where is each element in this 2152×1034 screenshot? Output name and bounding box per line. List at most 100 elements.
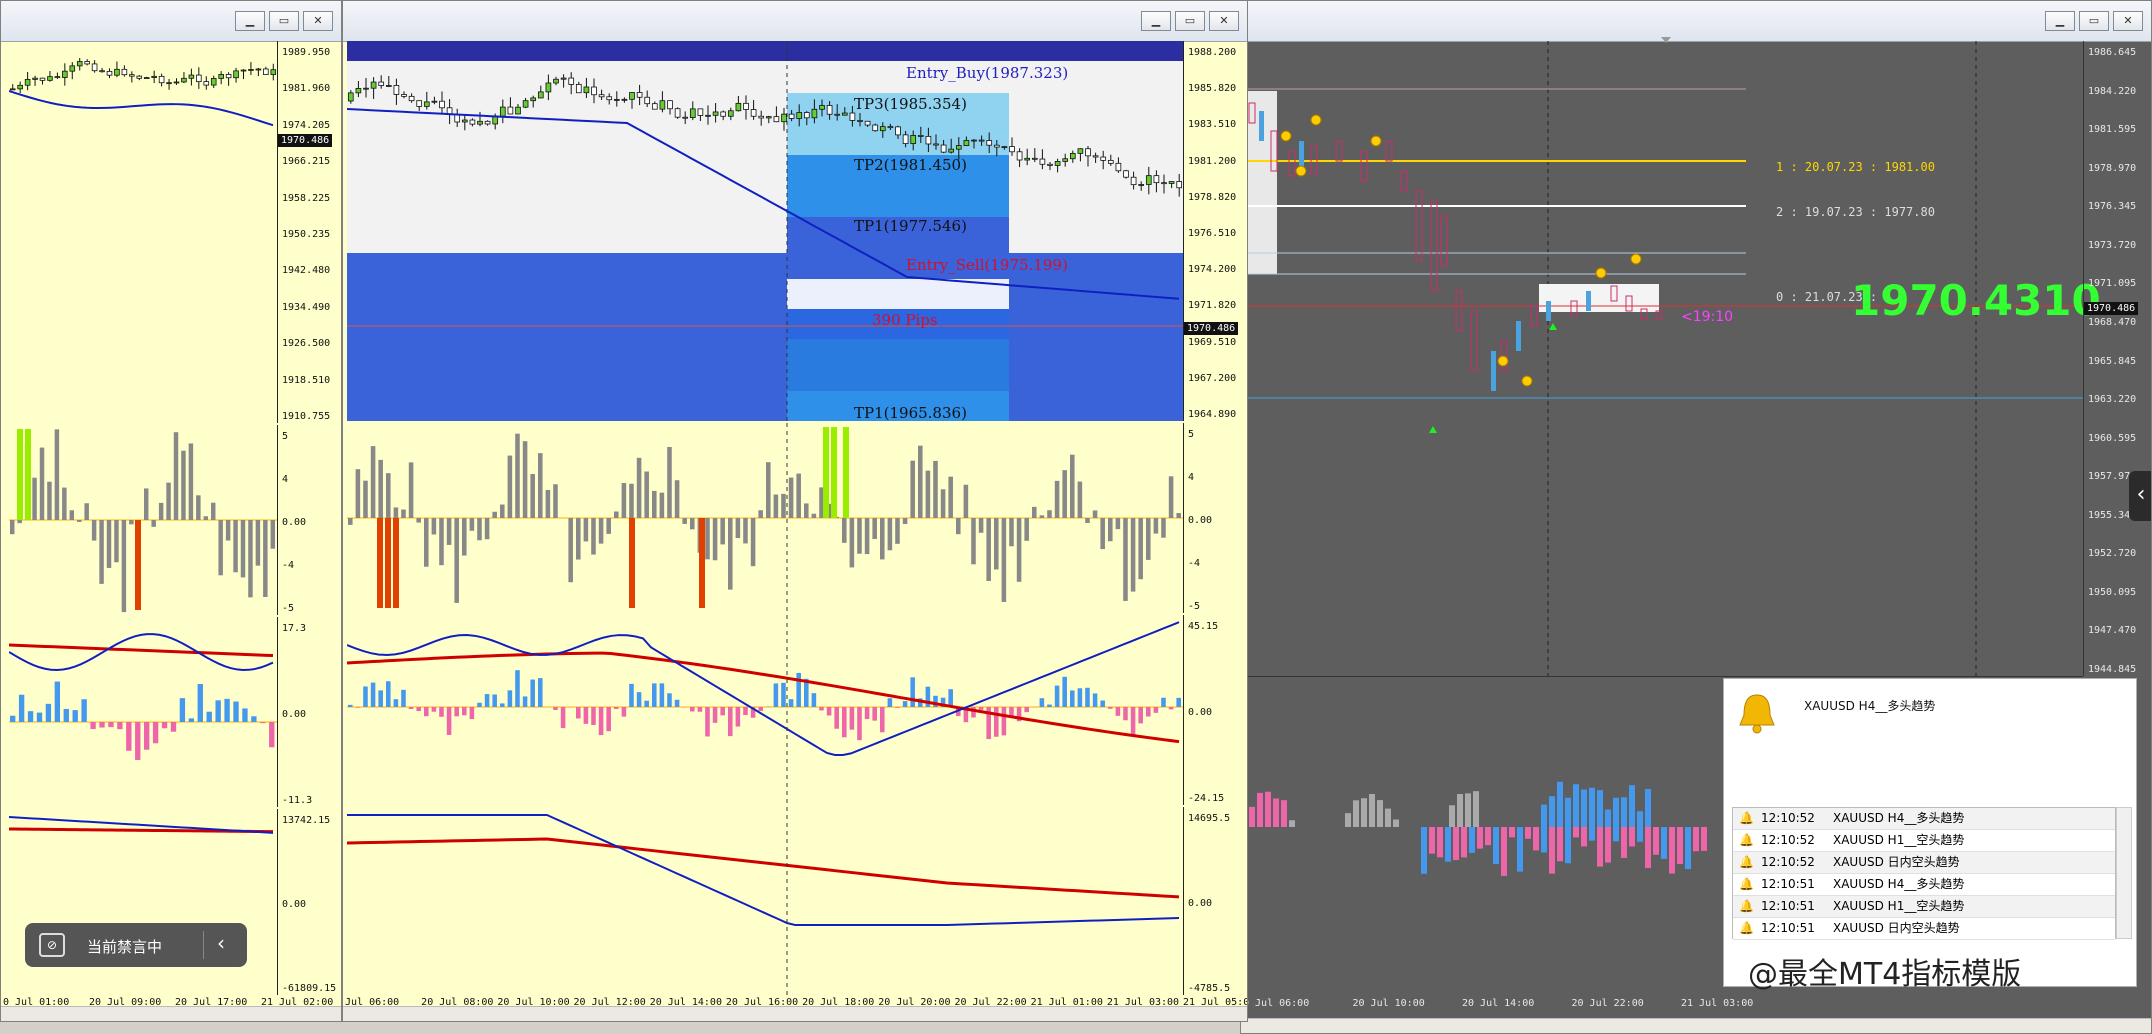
histogram-bar: [1449, 805, 1455, 827]
histogram-bar: [91, 520, 97, 541]
chevron-left-icon[interactable]: ‹: [2129, 471, 2151, 521]
candle: [895, 126, 901, 136]
oscillator-1-main[interactable]: [347, 423, 1183, 613]
mute-icon: ⊘: [39, 933, 65, 957]
histogram-bar: [690, 518, 695, 530]
axis-tick-label: 1986.645: [2088, 47, 2137, 58]
histogram-bar: [644, 700, 649, 707]
candle: [986, 140, 993, 146]
histogram-bar: [27, 711, 34, 722]
candle: [682, 116, 689, 119]
histogram-bar: [1077, 481, 1083, 518]
axis-tick-label: 0.00: [1188, 707, 1213, 718]
chart-window-left[interactable]: ▁ ▭ ✕ 1989.950 1981.960 1974.205 1966.215 19…: [0, 0, 342, 1022]
candle: [1001, 146, 1008, 149]
bid-price-large: 1970.4310: [1851, 276, 2101, 325]
histogram-bar: [72, 710, 78, 722]
alert-row[interactable]: 🔔 12:10:51 XAUUSD H1__空头趋势: [1733, 896, 2115, 918]
oscillator-3-main[interactable]: [347, 807, 1183, 995]
candle: [841, 112, 848, 116]
histogram-bar: [750, 518, 756, 567]
histogram-bar: [477, 518, 482, 541]
alert-scrollbar[interactable]: [2116, 807, 2132, 939]
candle: [363, 87, 369, 90]
histogram-bar: [1257, 792, 1263, 827]
histogram-bar: [173, 432, 179, 520]
alert-list[interactable]: 🔔 12:10:52 XAUUSD H4__多头趋势 🔔 12:10:52 XAUUSD …: [1732, 807, 2116, 940]
histogram-bar: [1032, 506, 1037, 518]
close-button[interactable]: ✕: [2113, 11, 2143, 31]
histogram-bar: [880, 707, 885, 733]
histogram-bar: [1637, 811, 1643, 827]
minimize-button[interactable]: ▁: [235, 11, 265, 31]
oscillator-1-left[interactable]: [9, 425, 277, 615]
axis-tick-label: 0.00: [282, 709, 307, 720]
oscillator-2-main[interactable]: [347, 615, 1183, 805]
histogram-bar: [378, 459, 383, 518]
axis-tick-label: 0.00: [1188, 515, 1213, 526]
histogram-bar: [47, 481, 52, 520]
title-bar[interactable]: ▁ ▭ ✕: [1, 1, 341, 42]
histogram-bar: [260, 722, 266, 724]
mute-status-chip[interactable]: ⊘ 当前禁言中 ‹: [25, 923, 247, 967]
histogram-bar: [1629, 827, 1635, 847]
candle: [689, 108, 696, 118]
title-bar[interactable]: ▁ ▭ ✕: [1241, 1, 2151, 42]
close-button[interactable]: ✕: [1209, 11, 1239, 31]
collapse-icon[interactable]: ‹: [217, 931, 225, 955]
histogram-bar: [614, 707, 619, 709]
histogram-bar: [849, 518, 855, 568]
candle: [99, 70, 105, 73]
oscillator-3-left[interactable]: [9, 809, 277, 995]
candle: [1161, 182, 1167, 185]
histogram-bar: [758, 510, 763, 518]
histogram-bar: [18, 694, 25, 722]
histogram-bar: [477, 702, 482, 707]
histogram-bar: [1092, 693, 1098, 707]
alert-row[interactable]: 🔔 12:10:52 XAUUSD 日内空头趋势: [1733, 852, 2115, 874]
histogram-bar: [834, 707, 839, 729]
histogram-bar: [1581, 827, 1587, 847]
histogram-bar: [583, 707, 589, 724]
alert-row[interactable]: 🔔 12:10:51 XAUUSD H4__多头趋势: [1733, 874, 2115, 896]
candle: [902, 134, 909, 144]
title-bar[interactable]: ▁ ▭ ✕: [343, 1, 1247, 42]
osc3-axis-left: 13742.15 0.00 -61809.15: [277, 809, 341, 995]
maximize-button[interactable]: ▭: [2079, 11, 2109, 31]
histogram-bar: [17, 429, 23, 520]
oscillator-2-left[interactable]: [9, 617, 277, 807]
maximize-button[interactable]: ▭: [1175, 11, 1205, 31]
histogram-bar: [1485, 827, 1491, 846]
histogram-bar: [583, 518, 589, 542]
alert-row[interactable]: 🔔 12:10:52 XAUUSD H1__空头趋势: [1733, 830, 2115, 852]
chart-window-main[interactable]: ▁ ▭ ✕ Entry_Buy(1987.323) TP3(1985.354) …: [342, 0, 1248, 1022]
minimize-button[interactable]: ▁: [2045, 11, 2075, 31]
histogram-bar: [1138, 707, 1143, 724]
histogram-bar: [1123, 518, 1128, 601]
alert-row[interactable]: 🔔 12:10:51 XAUUSD 日内空头趋势: [1733, 918, 2115, 940]
maximize-button[interactable]: ▭: [269, 11, 299, 31]
histogram-bar: [507, 690, 513, 707]
dark-histogram-pane[interactable]: [1241, 677, 1721, 997]
histogram-bar: [1557, 781, 1563, 827]
close-button[interactable]: ✕: [303, 11, 333, 31]
dark-price-pane[interactable]: [1241, 41, 2083, 676]
histogram-bar: [1130, 518, 1136, 592]
candle: [887, 126, 894, 129]
axis-tick-label: 1947.470: [2088, 625, 2137, 637]
candle: [560, 77, 567, 80]
alert-panel[interactable]: XAUUSD H4__多头趋势 🔔 12:10:52 XAUUSD H4__多头趋势…: [1723, 678, 2137, 992]
histogram-bar: [1345, 813, 1351, 827]
histogram-bar: [393, 518, 399, 608]
alert-row[interactable]: 🔔 12:10:52 XAUUSD H4__多头趋势: [1733, 808, 2115, 830]
price-pane-left[interactable]: [9, 41, 277, 423]
histogram-bar: [416, 518, 421, 523]
axis-tick-label: -61809.15: [282, 983, 337, 994]
histogram-bar: [233, 701, 239, 722]
candle: [553, 78, 559, 84]
price-pane-main[interactable]: [347, 41, 1183, 421]
minimize-button[interactable]: ▁: [1141, 11, 1171, 31]
axis-tick-label: 1981.595: [2088, 124, 2137, 136]
histogram-bar: [758, 707, 763, 711]
candle: [1176, 181, 1183, 189]
